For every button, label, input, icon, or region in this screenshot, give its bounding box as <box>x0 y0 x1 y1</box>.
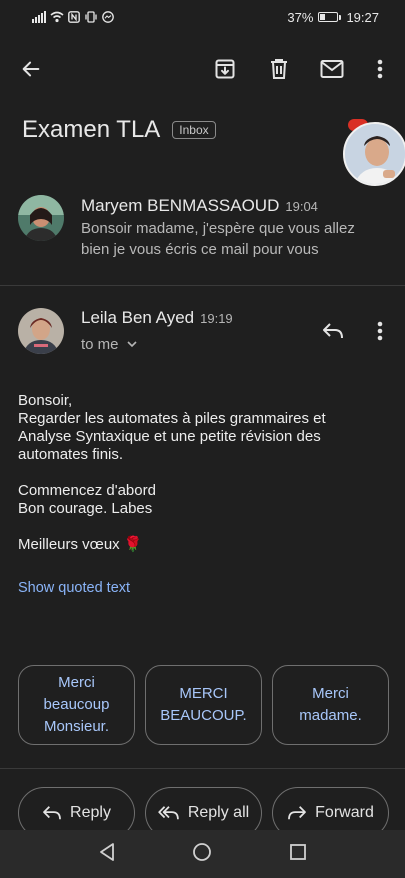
archive-icon <box>215 59 235 79</box>
smart-replies: Merci beaucoup Monsieur. MERCI BEAUCOUP.… <box>18 665 389 745</box>
reply-icon <box>43 806 61 820</box>
more-vert-icon <box>377 59 383 79</box>
system-nav-bar <box>0 830 405 878</box>
vibrate-icon <box>85 11 97 23</box>
body-line: automates finis. <box>18 446 124 463</box>
sender-name[interactable]: Leila Ben Ayed <box>81 308 194 328</box>
smart-reply-chip[interactable]: Merci beaucoup Monsieur. <box>18 665 135 745</box>
messenger-icon <box>102 11 114 23</box>
delete-button[interactable] <box>257 46 301 92</box>
forward-icon <box>288 806 307 820</box>
body-line: Analyse Syntaxique et une petite révisio… <box>18 428 321 445</box>
reply-icon <box>323 323 343 339</box>
trash-icon <box>271 59 287 79</box>
nfc-icon <box>68 11 80 23</box>
message-collapsed[interactable]: Maryem BENMASSAOUD 19:04 Bonsoir madame,… <box>0 188 405 270</box>
recipient-details-toggle[interactable]: to me <box>81 336 137 353</box>
email-subject: Examen TLA <box>22 116 161 143</box>
nav-recents-button[interactable] <box>289 843 307 866</box>
status-icons-left <box>32 11 114 23</box>
mail-icon <box>320 60 344 78</box>
message-more-button[interactable] <box>360 311 400 351</box>
battery-percent: 37% <box>287 9 314 25</box>
reply-icon-button[interactable] <box>313 311 353 351</box>
message-snippet: Bonsoir madame, j'espère que vous allez … <box>81 220 355 258</box>
divider <box>0 768 405 769</box>
divider <box>0 285 405 286</box>
reply-label: Reply <box>70 804 111 821</box>
reply-all-label: Reply all <box>187 804 250 821</box>
back-button[interactable] <box>9 46 53 92</box>
sender-line: Maryem BENMASSAOUD 19:04 <box>81 196 318 216</box>
clock: 19:27 <box>346 9 379 25</box>
body-line: Bonsoir, <box>18 392 73 409</box>
smart-reply-chip[interactable]: MERCI BEAUCOUP. <box>145 665 262 745</box>
signal-icon <box>32 11 46 23</box>
mark-unread-button[interactable] <box>310 46 354 92</box>
triangle-back-icon <box>100 842 115 861</box>
sender-name: Maryem BENMASSAOUD <box>81 196 280 215</box>
body-line: Regarder les automates à piles grammaire… <box>18 410 326 427</box>
sender-line: Leila Ben Ayed 19:19 <box>81 308 233 328</box>
body-line: Commencez d'abord <box>18 482 156 499</box>
message-time: 19:04 <box>285 199 318 214</box>
message-time: 19:19 <box>200 311 233 326</box>
archive-button[interactable] <box>203 46 247 92</box>
battery-level <box>320 14 326 20</box>
battery-icon <box>318 12 342 22</box>
nav-home-button[interactable] <box>192 842 212 867</box>
more-vert-icon <box>377 321 383 341</box>
wifi-icon <box>50 11 64 23</box>
square-recents-icon <box>289 843 306 860</box>
avatar-maryem <box>18 195 64 241</box>
status-bar: 37% 19:27 <box>0 0 405 34</box>
more-options-button[interactable] <box>358 46 402 92</box>
inbox-label-chip[interactable]: Inbox <box>172 121 216 139</box>
chevron-down-icon <box>126 341 137 348</box>
recipient-text: to me <box>81 336 119 353</box>
avatar-leila <box>18 308 64 354</box>
forward-label: Forward <box>315 804 374 821</box>
body-closing: Meilleurs vœux 🌹 <box>18 536 143 553</box>
arrow-back-icon <box>22 61 40 77</box>
message-body: Bonsoir, Regarder les automates à piles … <box>18 392 390 554</box>
smart-reply-chip[interactable]: Merci madame. <box>272 665 389 745</box>
status-icons-right: 37% 19:27 <box>287 10 379 25</box>
message-expanded-header: Leila Ben Ayed 19:19 to me <box>0 298 405 368</box>
show-quoted-text-link[interactable]: Show quoted text <box>18 580 130 596</box>
nav-back-button[interactable] <box>98 842 116 867</box>
circle-home-icon <box>193 842 212 861</box>
chat-head-bubble[interactable] <box>340 118 405 190</box>
reply-all-icon <box>158 806 179 820</box>
body-line: Bon courage. Labes <box>18 500 153 517</box>
chat-head-avatar <box>343 122 405 186</box>
top-toolbar <box>0 46 405 92</box>
